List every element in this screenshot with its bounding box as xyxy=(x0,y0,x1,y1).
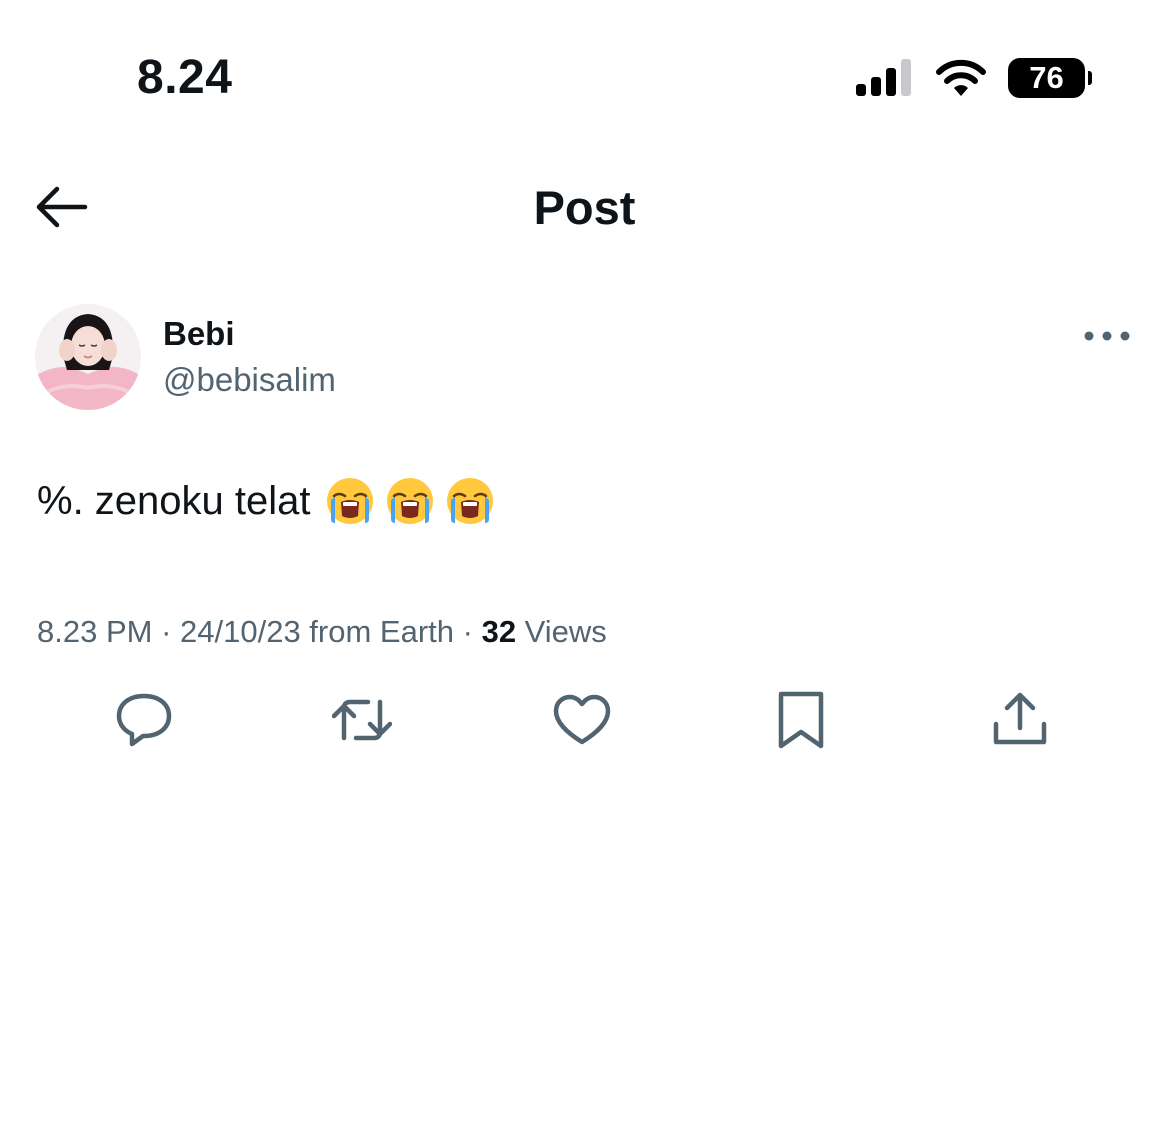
page-title: Post xyxy=(533,181,636,234)
views-label[interactable]: Views xyxy=(516,614,607,649)
post-time: 8.23 PM xyxy=(37,614,153,649)
post-meta: 8.23 PM · 24/10/23 from Earth · 32 Views xyxy=(37,612,607,652)
more-options-icon[interactable] xyxy=(1083,326,1131,346)
author-handle[interactable]: @bebisalim xyxy=(163,360,336,400)
avatar-image xyxy=(35,304,141,410)
post-date: 24/10/23 xyxy=(180,614,301,649)
meta-separator: · xyxy=(454,614,482,649)
reply-button[interactable] xyxy=(114,690,174,750)
share-icon xyxy=(993,692,1047,745)
avatar[interactable] xyxy=(35,304,141,410)
like-icon xyxy=(553,694,611,745)
battery-cap xyxy=(1088,71,1092,85)
reply-icon xyxy=(116,693,172,747)
signal-icon xyxy=(856,59,911,96)
post-text-content: %. zenoku telat xyxy=(37,479,311,523)
battery-level: 76 xyxy=(1008,58,1085,98)
post-source: from Earth xyxy=(300,614,455,649)
like-button[interactable] xyxy=(552,690,612,750)
views-count[interactable]: 32 xyxy=(482,614,516,649)
battery-icon: 76 xyxy=(1008,58,1092,98)
bookmark-icon xyxy=(778,691,824,749)
loudly-crying-face-icon xyxy=(386,478,433,524)
status-time: 8.24 xyxy=(137,51,233,104)
bookmark-button[interactable] xyxy=(771,690,831,750)
meta-separator: · xyxy=(152,614,181,649)
post-text: %. zenoku telat xyxy=(37,476,495,526)
wifi-icon xyxy=(936,59,986,96)
repost-button[interactable] xyxy=(331,690,393,750)
loudly-crying-face-icon xyxy=(446,478,493,524)
author-name[interactable]: Bebi xyxy=(163,314,235,354)
repost-icon xyxy=(331,699,393,741)
share-button[interactable] xyxy=(990,690,1050,750)
loudly-crying-face-icon xyxy=(326,478,373,524)
